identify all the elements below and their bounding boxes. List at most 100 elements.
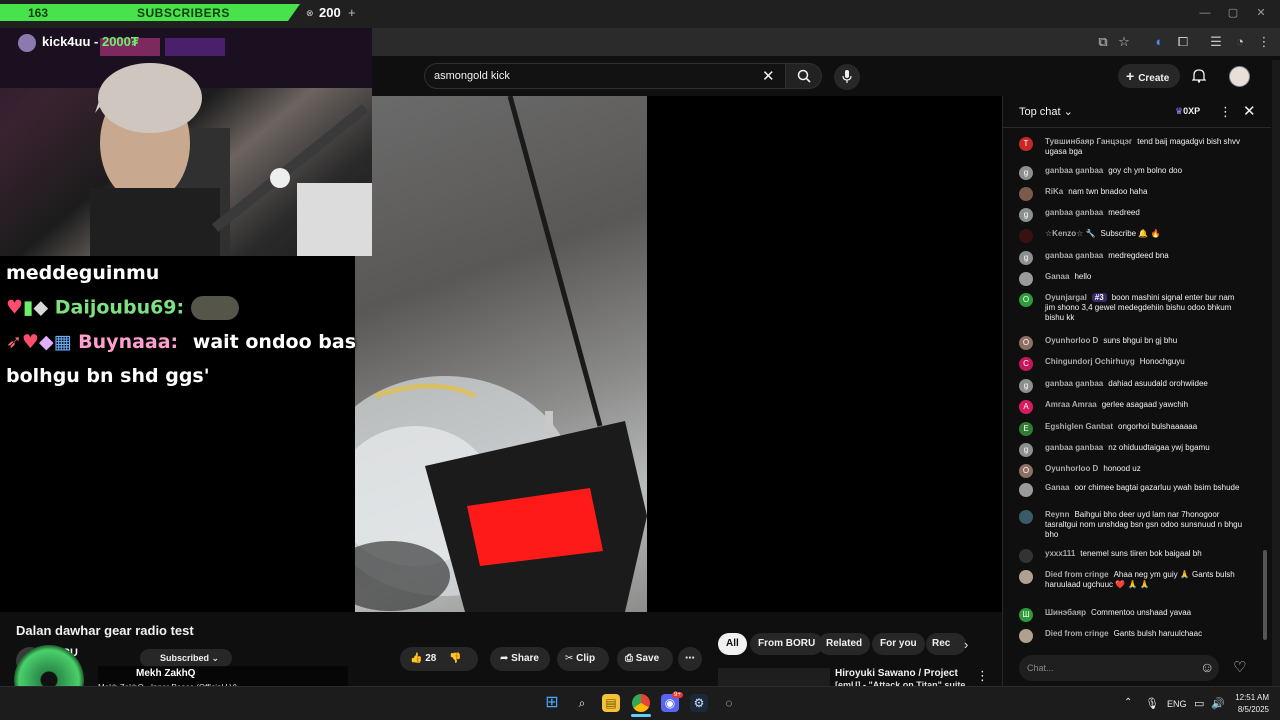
chat-author[interactable]: Шинэбаяр: [1045, 608, 1086, 617]
voice-search-button[interactable]: [834, 64, 860, 90]
close-window-icon[interactable]: ✕: [1254, 6, 1268, 20]
notifications-bell-icon[interactable]: [1191, 68, 1207, 86]
bookmark-star-icon[interactable]: ☆: [1116, 34, 1132, 50]
network-icon[interactable]: ▭: [1194, 697, 1204, 710]
close-chat-icon[interactable]: ✕: [1243, 102, 1256, 120]
volume-icon[interactable]: 🔊: [1211, 697, 1225, 710]
chat-author-avatar[interactable]: E: [1019, 422, 1033, 436]
maximize-icon[interactable]: ▢: [1226, 6, 1240, 20]
chat-author-avatar[interactable]: [1019, 187, 1033, 201]
profile-icon[interactable]: ◔: [1232, 34, 1248, 50]
like-button[interactable]: 👍 28: [410, 653, 436, 664]
search-query[interactable]: asmongold kick: [434, 70, 510, 82]
extension-icon[interactable]: ◖: [1150, 34, 1166, 50]
chat-author[interactable]: Ganaa: [1045, 483, 1069, 492]
page-scrollbar[interactable]: [1272, 60, 1280, 686]
chat-author[interactable]: RiKa: [1045, 187, 1063, 196]
chat-author-avatar[interactable]: [1019, 570, 1033, 584]
chat-author-avatar[interactable]: g: [1019, 443, 1033, 457]
chat-author[interactable]: Oyunhorloo D: [1045, 464, 1098, 473]
chat-author[interactable]: Oyunhorloo D: [1045, 336, 1098, 345]
chat-author-avatar[interactable]: g: [1019, 208, 1033, 222]
emoji-icon[interactable]: ☺: [1200, 659, 1214, 675]
chip-rec[interactable]: Rec: [926, 633, 966, 655]
chat-author-avatar[interactable]: O: [1019, 336, 1033, 350]
related-title[interactable]: Hiroyuki Sawano / Project: [835, 668, 958, 679]
clear-search-icon[interactable]: ✕: [762, 67, 775, 85]
share-button[interactable]: ➦ Share: [490, 647, 550, 671]
chip-related[interactable]: Related: [818, 633, 871, 655]
mic-tray-icon[interactable]: 🎙: [1145, 697, 1159, 710]
chat-author[interactable]: Oyunjargal: [1045, 293, 1087, 302]
chat-menu-icon[interactable]: ⋮: [1219, 104, 1232, 120]
chat-author[interactable]: ganbaa ganbaa: [1045, 251, 1103, 260]
chat-author-avatar[interactable]: O: [1019, 464, 1033, 478]
related-thumbnail[interactable]: [718, 668, 830, 686]
cast-icon[interactable]: ⧉: [1095, 34, 1111, 50]
file-explorer-icon[interactable]: ▤: [602, 694, 620, 712]
search-icon[interactable]: ⌕: [573, 694, 591, 712]
clip-button[interactable]: ✂ Clip: [557, 647, 609, 671]
chat-author-avatar[interactable]: [1019, 272, 1033, 286]
chip-from-boru[interactable]: From BORU: [750, 633, 824, 655]
related-more-icon[interactable]: ⋮: [976, 668, 989, 684]
chat-author[interactable]: ganbaa ganbaa: [1045, 379, 1103, 388]
chat-author[interactable]: ganbaa ganbaa: [1045, 443, 1103, 452]
chat-author-avatar[interactable]: [1019, 229, 1033, 243]
more-actions-button[interactable]: ⋯: [678, 647, 702, 671]
chat-author-avatar[interactable]: [1019, 549, 1033, 563]
chat-author[interactable]: ganbaa ganbaa: [1045, 166, 1103, 175]
browser-menu-icon[interactable]: ⋮: [1256, 34, 1272, 50]
dislike-button[interactable]: 👎: [449, 653, 461, 664]
chip-all[interactable]: All: [718, 633, 747, 655]
chat-message: O Oyunjargal #3 boon mashini signal enter b…: [1019, 293, 1245, 323]
chat-author-avatar[interactable]: [1019, 510, 1033, 524]
chat-author-avatar[interactable]: g: [1019, 379, 1033, 393]
save-button[interactable]: ⎙ Save: [617, 647, 673, 671]
chat-author[interactable]: Chingundorj Ochirhuyg: [1045, 357, 1135, 366]
video-frame[interactable]: [355, 96, 647, 612]
create-button[interactable]: + Create: [1118, 64, 1180, 88]
chat-author-avatar[interactable]: T: [1019, 137, 1033, 151]
chat-author[interactable]: Died from cringe: [1045, 629, 1109, 638]
chat-author[interactable]: Amraa Amraa: [1045, 400, 1097, 409]
chat-scrollbar-thumb[interactable]: [1263, 550, 1267, 640]
chat-author-avatar[interactable]: O: [1019, 293, 1033, 307]
chat-author-avatar[interactable]: A: [1019, 400, 1033, 414]
minimize-icon[interactable]: —: [1198, 6, 1212, 20]
subscribed-button[interactable]: Subscribed ⌄: [140, 649, 232, 667]
chevron-right-icon[interactable]: ›: [964, 637, 968, 652]
chat-author[interactable]: ☆Kenzo☆ 🔧: [1045, 229, 1096, 238]
extensions-puzzle-icon[interactable]: ⧠: [1175, 34, 1191, 50]
chat-author[interactable]: ganbaa ganbaa: [1045, 208, 1103, 217]
chat-author[interactable]: yxxx111: [1045, 549, 1075, 558]
chat-author-avatar[interactable]: C: [1019, 357, 1033, 371]
app-icon[interactable]: ◌: [720, 694, 738, 712]
chat-author[interactable]: Egshiglen Ganbat: [1045, 422, 1113, 431]
reading-list-icon[interactable]: ☰: [1208, 34, 1224, 50]
chat-input[interactable]: Chat...: [1019, 655, 1219, 681]
chat-author-avatar[interactable]: [1019, 629, 1033, 643]
language-indicator[interactable]: ENG: [1167, 699, 1187, 709]
chrome-icon[interactable]: [632, 694, 650, 712]
heart-icon[interactable]: ♡: [1233, 658, 1246, 676]
new-tab-icon[interactable]: +: [348, 5, 356, 20]
chip-for-you[interactable]: For you: [872, 633, 925, 655]
chat-author-avatar[interactable]: [1019, 483, 1033, 497]
chat-author-avatar[interactable]: g: [1019, 166, 1033, 180]
account-avatar[interactable]: [1229, 66, 1250, 87]
chevron-up-icon[interactable]: ⌃: [1124, 697, 1132, 708]
clock-date[interactable]: 8/5/2025: [1233, 705, 1269, 714]
chat-author[interactable]: Ganaa: [1045, 272, 1069, 281]
chat-author-avatar[interactable]: g: [1019, 251, 1033, 265]
top-chat-dropdown[interactable]: Top chat ⌄: [1019, 105, 1073, 118]
steam-icon[interactable]: ⚙: [690, 694, 708, 712]
chat-author[interactable]: Тувшинбаяр Ганцэцэг: [1045, 137, 1132, 146]
xp-badge[interactable]: ♛0XP: [1175, 106, 1200, 117]
chat-author-avatar[interactable]: Ш: [1019, 608, 1033, 622]
search-button[interactable]: [786, 63, 822, 89]
chat-author[interactable]: Died from cringe: [1045, 570, 1109, 579]
clock-time[interactable]: 12:51 AM: [1233, 693, 1269, 702]
windows-start-icon[interactable]: ⊞: [543, 694, 561, 712]
chat-author[interactable]: Reynn: [1045, 510, 1069, 519]
